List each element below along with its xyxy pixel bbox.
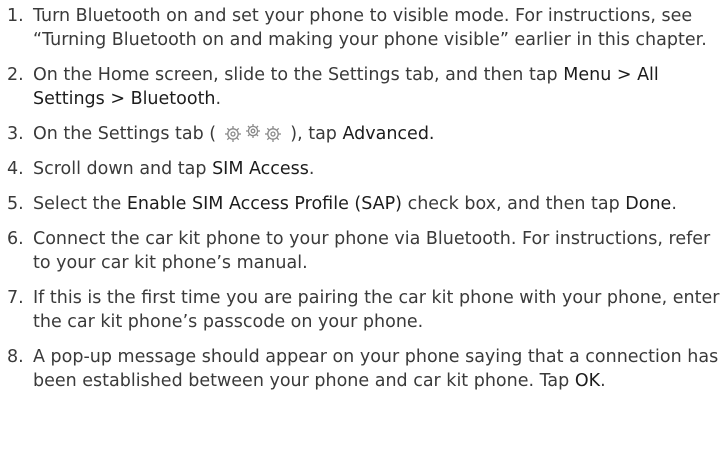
step-text: Scroll down and tap (33, 159, 213, 179)
step-text: . (215, 89, 222, 109)
step-number: 1. (7, 6, 24, 26)
advanced-label: Advanced. (342, 124, 435, 144)
step-number: 2. (7, 65, 24, 85)
step-text: . (308, 159, 315, 179)
step-number: 3. (7, 124, 24, 144)
step-text: Turn Bluetooth on and set your phone to … (33, 6, 707, 50)
step-6: 6. Connect the car kit phone to your pho… (0, 227, 726, 275)
step-2: 2. On the Home screen, slide to the Sett… (0, 63, 726, 111)
step-number: 4. (7, 159, 24, 179)
step-7: 7. If this is the first time you are pai… (0, 286, 726, 334)
sap-checkbox-label: Enable SIM Access Profile (SAP) (126, 194, 403, 214)
step-3: 3. On the Settings tab (), tap Advanced… (0, 122, 726, 146)
instruction-steps: 1. Turn Bluetooth on and set your phone … (0, 0, 726, 393)
sim-access-label: SIM Access (212, 159, 309, 179)
step-5: 5. Select the Enable SIM Access Profile … (0, 192, 726, 216)
step-8: 8. A pop-up message should appear on you… (0, 345, 726, 393)
settings-gears-icon (223, 123, 284, 143)
step-text: On the Settings tab ( (33, 124, 222, 144)
step-text: Connect the car kit phone to your phone … (33, 229, 711, 273)
ok-label: OK (574, 371, 601, 391)
step-text: check box, and then tap (402, 194, 626, 214)
step-text: . (600, 371, 606, 391)
step-text: On the Home screen, slide to the Setting… (33, 65, 564, 85)
step-text: . (671, 194, 677, 214)
step-number: 5. (7, 194, 24, 214)
step-1: 1. Turn Bluetooth on and set your phone … (0, 4, 726, 52)
step-number: 6. (7, 229, 24, 249)
step-number: 7. (7, 288, 24, 308)
done-label: Done (625, 194, 672, 214)
step-4: 4. Scroll down and tap SIM Access. (0, 157, 726, 181)
step-text: ), tap (284, 124, 343, 144)
step-text: If this is the first time you are pairin… (33, 288, 720, 332)
step-text: Select the (33, 194, 127, 214)
step-text: A pop-up message should appear on your p… (33, 347, 719, 391)
step-number: 8. (7, 347, 24, 367)
